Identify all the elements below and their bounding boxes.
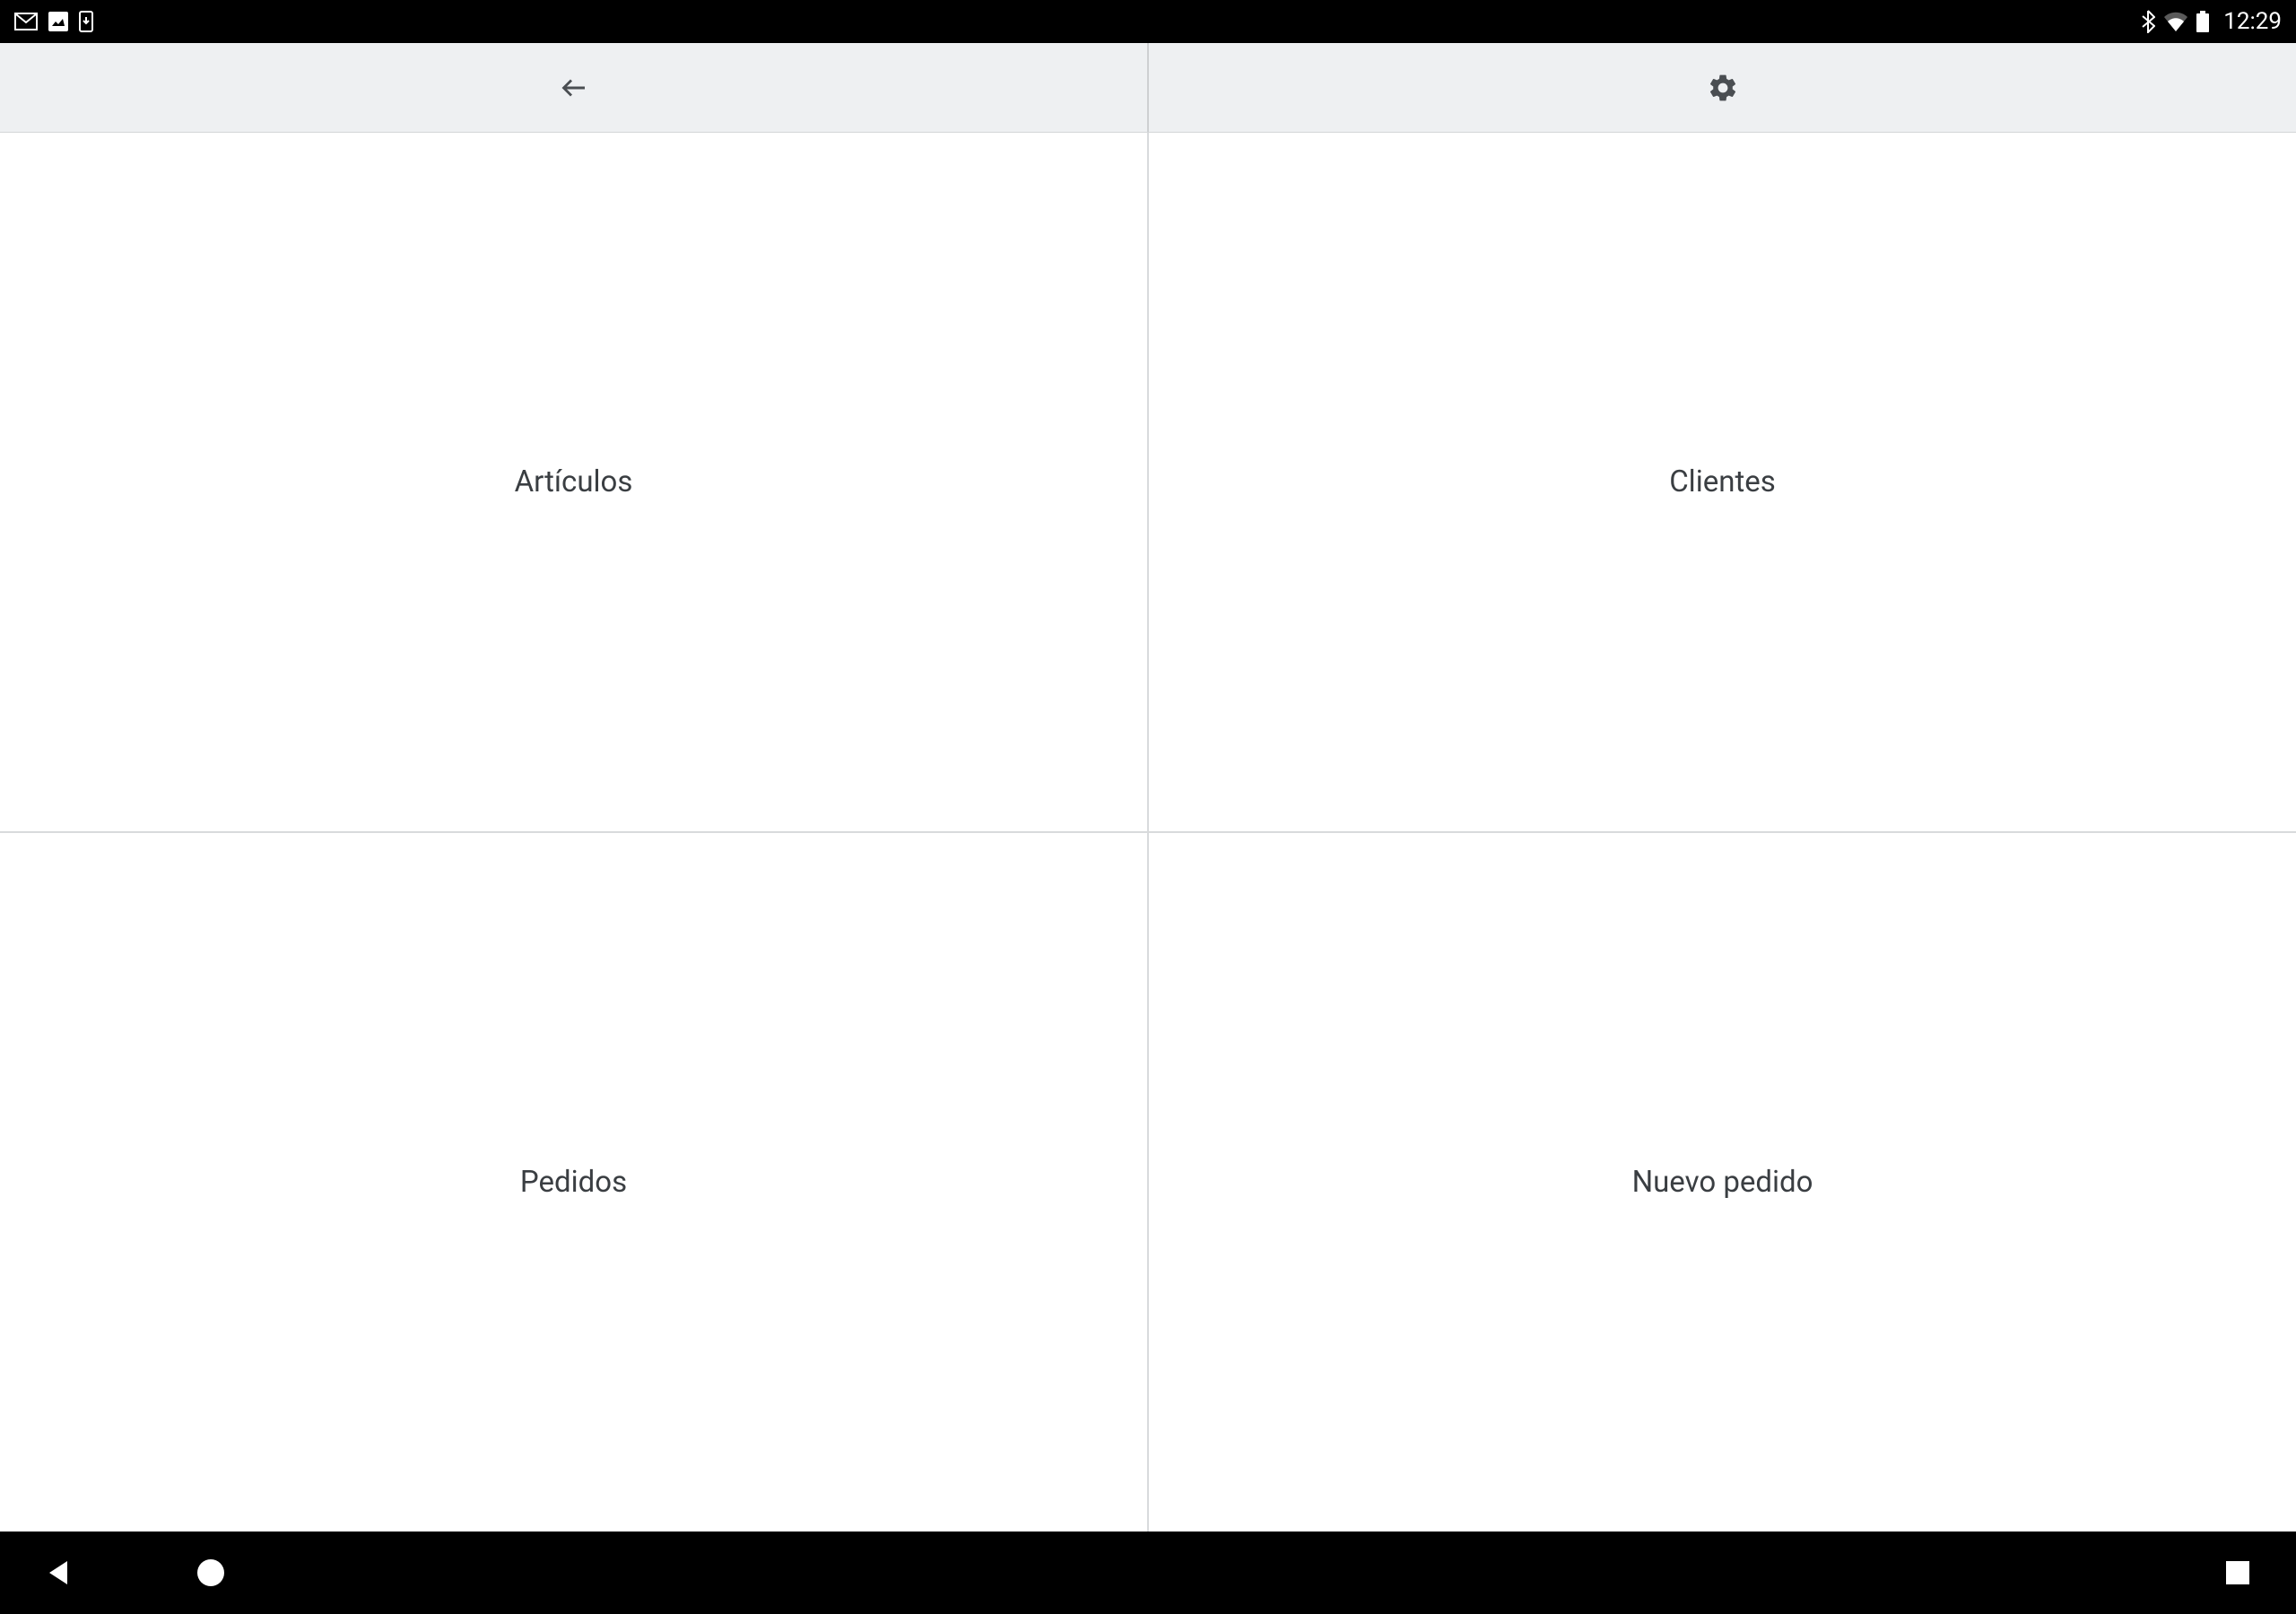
- tile-label: Pedidos: [520, 1165, 627, 1200]
- app-bar: [0, 43, 2296, 133]
- tile-label: Nuevo pedido: [1632, 1165, 1813, 1200]
- tile-orders[interactable]: Pedidos: [0, 832, 1148, 1532]
- status-time: 12:29: [2223, 8, 2282, 35]
- status-right-icons: 12:29: [2141, 8, 2282, 35]
- bluetooth-icon: [2141, 10, 2155, 33]
- navigation-bar: [0, 1532, 2296, 1614]
- status-left-icons: [14, 11, 93, 32]
- nav-recent-square-icon: [2226, 1561, 2249, 1584]
- main-grid: Artículos Clientes Pedidos Nuevo pedido: [0, 133, 2296, 1532]
- nav-recent-button[interactable]: [2220, 1555, 2256, 1591]
- app-bar-left: [0, 43, 1149, 132]
- tile-clients[interactable]: Clientes: [1148, 133, 2296, 832]
- nav-home-button[interactable]: [193, 1555, 229, 1591]
- tile-new-order[interactable]: Nuevo pedido: [1148, 832, 2296, 1532]
- nav-home-circle-icon: [197, 1559, 224, 1586]
- tile-label: Clientes: [1669, 464, 1776, 499]
- tile-label: Artículos: [515, 464, 633, 499]
- nav-back-triangle-icon: [46, 1559, 71, 1586]
- back-button[interactable]: [552, 66, 596, 109]
- phone-update-icon: [79, 11, 93, 32]
- image-icon: [48, 12, 68, 31]
- nav-back-button[interactable]: [40, 1555, 76, 1591]
- app-bar-right: [1149, 43, 2296, 132]
- status-bar: 12:29: [0, 0, 2296, 43]
- back-arrow-icon: [556, 70, 592, 106]
- gmail-icon: [14, 13, 38, 30]
- settings-button[interactable]: [1701, 66, 1744, 109]
- tile-articles[interactable]: Artículos: [0, 133, 1148, 832]
- gear-icon: [1707, 72, 1739, 104]
- battery-icon: [2196, 11, 2209, 32]
- wifi-icon: [2164, 12, 2187, 31]
